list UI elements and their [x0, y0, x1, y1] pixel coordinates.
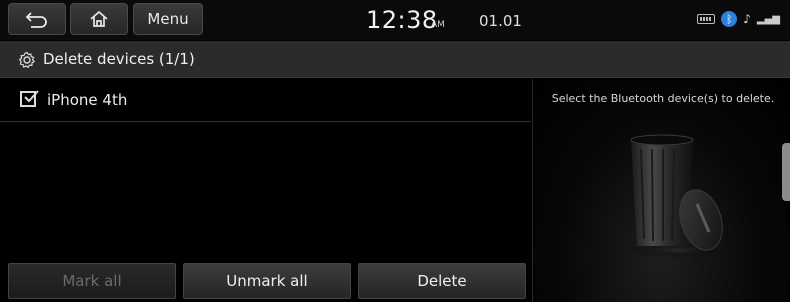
info-message: Select the Bluetooth device(s) to delete… — [551, 92, 775, 105]
status-bar: Menu 12:38 AM 01.01 ᛒ ♪ ▂▄▆ — [0, 0, 790, 40]
back-button[interactable] — [8, 3, 66, 35]
trash-bin-icon — [626, 134, 726, 258]
gear-icon — [18, 51, 36, 69]
title-bar: Delete devices (1/1) — [0, 41, 790, 78]
clock-time: 12:38 — [366, 6, 438, 34]
unmark-all-button[interactable]: Unmark all — [183, 263, 351, 299]
clock-ampm: AM — [431, 20, 445, 30]
date: 01.01 — [479, 12, 522, 30]
back-arrow-icon — [25, 12, 47, 28]
menu-button[interactable]: Menu — [133, 3, 203, 35]
mark-all-button[interactable]: Mark all — [8, 263, 176, 299]
home-button[interactable] — [70, 3, 128, 35]
signal-strength-icon: ▂▄▆ — [756, 13, 780, 25]
side-panel-handle[interactable] — [782, 143, 790, 201]
device-name: iPhone 4th — [47, 91, 128, 109]
battery-icon — [697, 14, 716, 24]
system-status-icons: ᛒ ♪ ▂▄▆ — [697, 11, 780, 27]
home-icon — [90, 10, 108, 27]
device-checkbox[interactable] — [20, 90, 39, 107]
delete-button[interactable]: Delete — [358, 263, 526, 299]
music-note-icon: ♪ — [743, 12, 751, 26]
info-panel: Select the Bluetooth device(s) to delete… — [533, 79, 790, 302]
checkmark-icon — [24, 90, 39, 103]
list-item-device[interactable]: iPhone 4th — [0, 79, 531, 122]
bluetooth-icon: ᛒ — [721, 11, 738, 27]
page-title: Delete devices (1/1) — [43, 50, 195, 68]
